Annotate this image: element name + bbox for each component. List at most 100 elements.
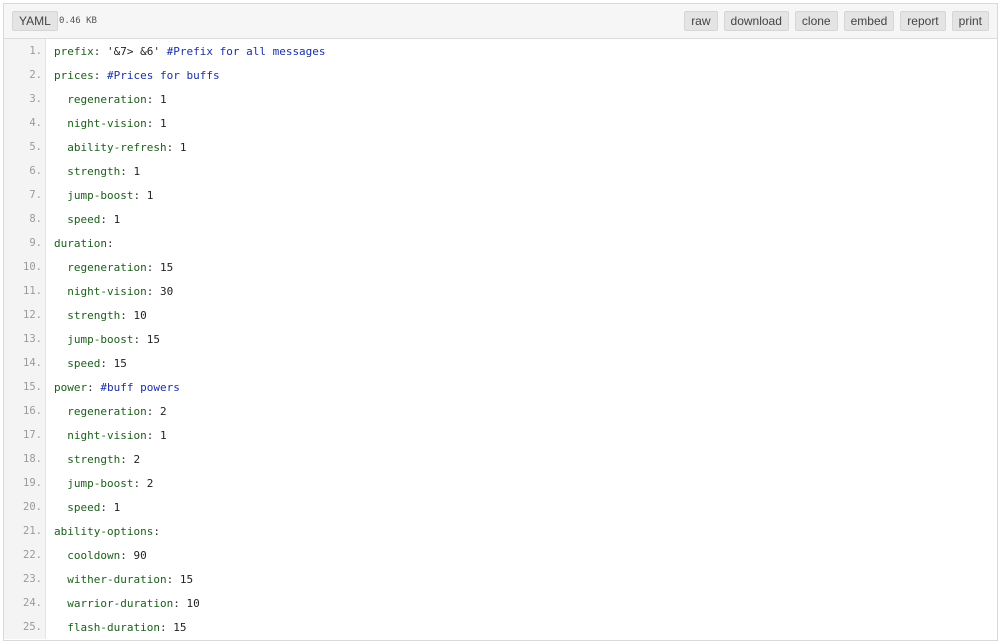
line-content: jump-boost: 2: [46, 477, 153, 490]
line-number: 7.: [4, 183, 46, 207]
line-content: ability-options:: [46, 525, 160, 538]
code-line: 12. strength: 10: [4, 303, 997, 327]
line-content: strength: 10: [46, 308, 146, 322]
report-button[interactable]: report: [900, 11, 946, 31]
line-content: speed: 1: [46, 213, 120, 226]
line-number: 2.: [4, 63, 46, 87]
yaml-key: power: [54, 380, 88, 394]
colon: :: [120, 308, 127, 322]
yaml-comment: #Prices for buffs: [107, 68, 220, 82]
line-content: night-vision: 30: [46, 285, 173, 298]
line-number: 6.: [4, 159, 46, 183]
yaml-key: speed: [67, 212, 101, 226]
line-number: 14.: [4, 351, 46, 375]
line-number: 12.: [4, 303, 46, 327]
line-content: duration:: [46, 237, 114, 250]
yaml-comment: #Prefix for all messages: [166, 44, 326, 58]
language-badge[interactable]: YAML: [12, 11, 58, 31]
yaml-comment: #buff powers: [100, 380, 180, 394]
yaml-key: ability-options: [54, 524, 154, 538]
line-content: jump-boost: 15: [46, 333, 160, 346]
colon: :: [153, 524, 160, 538]
file-size-label: 0.46 KB: [59, 16, 97, 26]
line-number: 5.: [4, 135, 46, 159]
code-line: 20. speed: 1: [4, 495, 997, 519]
line-number: 10.: [4, 255, 46, 279]
line-number: 8.: [4, 207, 46, 231]
code-line: 8. speed: 1: [4, 207, 997, 231]
colon: :: [120, 548, 127, 562]
code-line: 15. power: #buff powers: [4, 375, 997, 399]
yaml-value: 30: [153, 284, 174, 298]
embed-button[interactable]: embed: [843, 11, 895, 31]
yaml-key: night-vision: [67, 116, 147, 130]
yaml-key: prices: [54, 68, 94, 82]
yaml-value: 15: [166, 620, 187, 634]
line-number: 16.: [4, 399, 46, 423]
line-number: 23.: [4, 567, 46, 591]
yaml-key: duration: [54, 236, 107, 250]
colon: :: [100, 356, 107, 370]
code-line: 25. flash-duration: 15: [4, 615, 997, 639]
yaml-value: 1: [107, 212, 121, 226]
yaml-value: 15: [140, 332, 160, 346]
code-line: 22. cooldown: 90: [4, 543, 997, 567]
yaml-key: night-vision: [67, 428, 147, 442]
yaml-key: strength: [67, 452, 121, 466]
download-button[interactable]: download: [723, 11, 789, 31]
yaml-value: 1: [107, 500, 121, 514]
yaml-value: 15: [153, 260, 174, 274]
line-content: prices: #Prices for buffs: [46, 69, 220, 82]
line-content: flash-duration: 15: [46, 621, 186, 634]
raw-button[interactable]: raw: [684, 11, 718, 31]
line-content: night-vision: 1: [46, 428, 166, 442]
line-content: ability-refresh: 1: [46, 141, 186, 154]
line-content: regeneration: 1: [46, 92, 167, 106]
code-line: 14. speed: 15: [4, 351, 997, 375]
paste-header: YAML 0.46 KB raw download clone embed re…: [4, 4, 997, 39]
yaml-value: '&7> &6': [100, 44, 167, 58]
yaml-value: 1: [126, 164, 141, 178]
code-line: 19. jump-boost: 2: [4, 471, 997, 495]
yaml-key: regeneration: [67, 92, 147, 106]
code-line: 7. jump-boost: 1: [4, 183, 997, 207]
print-button[interactable]: print: [951, 11, 989, 31]
yaml-key: regeneration: [67, 260, 147, 274]
yaml-key: speed: [67, 500, 101, 514]
line-number: 24.: [4, 591, 46, 615]
code-line: 3. regeneration: 1: [4, 87, 997, 111]
line-content: night-vision: 1: [46, 116, 166, 130]
colon: :: [100, 500, 107, 514]
yaml-key: cooldown: [67, 548, 121, 562]
yaml-key: prefix: [54, 44, 94, 58]
line-number: 22.: [4, 543, 46, 567]
code-line: 11. night-vision: 30: [4, 279, 997, 303]
yaml-value: 1: [153, 92, 167, 106]
yaml-key: strength: [67, 308, 121, 322]
clone-button[interactable]: clone: [794, 11, 838, 31]
code-line: 10. regeneration: 15: [4, 255, 997, 279]
line-number: 3.: [4, 87, 46, 111]
line-number: 18.: [4, 447, 46, 471]
colon: :: [120, 452, 127, 466]
yaml-key: jump-boost: [67, 332, 134, 346]
line-number: 9.: [4, 231, 46, 255]
code-line: 24. warrior-duration: 10: [4, 591, 997, 615]
code-line: 6. strength: 1: [4, 159, 997, 183]
code-line: 21. ability-options:: [4, 519, 997, 543]
line-content: strength: 2: [46, 453, 140, 466]
colon: :: [87, 380, 94, 394]
line-content: wither-duration: 15: [46, 573, 193, 586]
code-view: 1. prefix: '&7> &6' #Prefix for all messa…: [4, 39, 997, 639]
line-content: prefix: '&7> &6' #Prefix for all message…: [46, 45, 326, 58]
yaml-value: 90: [126, 548, 147, 562]
